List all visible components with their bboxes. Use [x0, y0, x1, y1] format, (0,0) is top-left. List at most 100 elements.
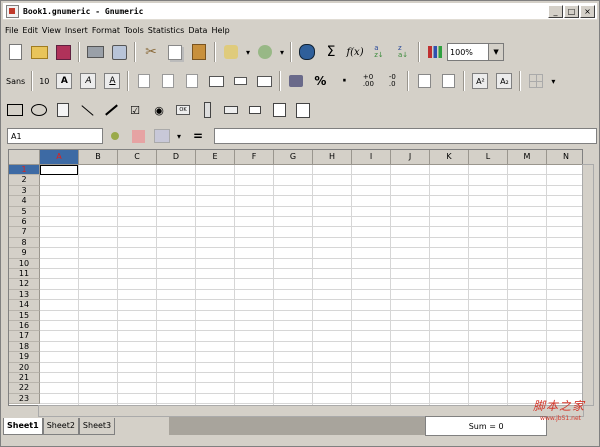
undo-dropdown-arrow-icon[interactable]: ▾: [243, 48, 253, 57]
column-header-d[interactable]: D: [157, 150, 196, 165]
scrollbar-tool-button[interactable]: [197, 100, 217, 120]
cancel-entry-button[interactable]: [129, 126, 149, 146]
row-header-8[interactable]: 8: [9, 237, 40, 249]
sheet-tab-sheet3[interactable]: Sheet3: [78, 417, 116, 435]
print-button[interactable]: [85, 42, 105, 62]
row-header-2[interactable]: 2: [9, 175, 40, 186]
print-preview-button[interactable]: [109, 42, 129, 62]
copy-button[interactable]: [165, 42, 185, 62]
sort-descending-button[interactable]: z a↓: [393, 42, 413, 62]
maximize-button[interactable]: □: [564, 5, 579, 18]
row-header-1[interactable]: 1: [9, 165, 40, 176]
arrow-tool-button[interactable]: [101, 100, 121, 120]
redo-dropdown-arrow-icon[interactable]: ▾: [277, 48, 287, 57]
confirm-entry-button[interactable]: [105, 126, 125, 146]
currency-format-button[interactable]: [286, 71, 306, 91]
line-tool-button[interactable]: [77, 100, 97, 120]
merge-cells-button[interactable]: [206, 71, 226, 91]
column-header-e[interactable]: E: [196, 150, 235, 165]
increase-indent-button[interactable]: [438, 71, 458, 91]
decrease-decimals-button[interactable]: -0.0: [382, 71, 402, 91]
spreadsheet-grid[interactable]: ABCDEFGHIJKLMN 1 2 3 4 5 6 7 8 9 10 11 12 13 14 15 16 17…: [8, 149, 583, 406]
menu-tools[interactable]: Tools: [122, 26, 146, 35]
row-header-5[interactable]: 5: [9, 206, 40, 217]
equals-button[interactable]: =: [190, 129, 206, 143]
thousands-separator-button[interactable]: ·: [334, 71, 354, 91]
row-header-4[interactable]: 4: [9, 196, 40, 207]
frame-tool-button[interactable]: [53, 100, 73, 120]
row-header-9[interactable]: 9: [9, 248, 40, 259]
ellipse-tool-button[interactable]: [29, 100, 49, 120]
align-right-button[interactable]: [182, 71, 202, 91]
active-cell[interactable]: [40, 165, 78, 175]
menu-file[interactable]: File: [3, 26, 20, 35]
formula-input[interactable]: [214, 128, 597, 144]
row-header-17[interactable]: 17: [9, 331, 40, 342]
column-header-f[interactable]: F: [235, 150, 274, 165]
row-header-19[interactable]: 19: [9, 352, 40, 363]
spinbutton-tool-button[interactable]: [245, 100, 265, 120]
sheet-tab-sheet2[interactable]: Sheet2: [42, 417, 79, 435]
row-header-7[interactable]: 7: [9, 227, 40, 238]
row-header-15[interactable]: 15: [9, 310, 40, 321]
row-header-6[interactable]: 6: [9, 217, 40, 228]
accept-dropdown-arrow-icon[interactable]: ▾: [174, 132, 184, 141]
column-header-h[interactable]: H: [313, 150, 352, 165]
open-button[interactable]: [29, 42, 49, 62]
menu-edit[interactable]: Edit: [20, 26, 40, 35]
decrease-indent-button[interactable]: [414, 71, 434, 91]
function-wizard-button[interactable]: f(x): [345, 42, 365, 62]
menu-help[interactable]: Help: [209, 26, 231, 35]
combo-tool-button[interactable]: [293, 100, 313, 120]
save-button[interactable]: [53, 42, 73, 62]
row-header-12[interactable]: 12: [9, 279, 40, 290]
column-header-b[interactable]: B: [79, 150, 118, 165]
row-header-11[interactable]: 11: [9, 269, 40, 280]
row-header-21[interactable]: 21: [9, 373, 40, 384]
row-header-10[interactable]: 10: [9, 258, 40, 269]
subscript-button[interactable]: A₂: [494, 71, 514, 91]
align-center-button[interactable]: [158, 71, 178, 91]
superscript-button[interactable]: A²: [470, 71, 490, 91]
column-header-g[interactable]: G: [274, 150, 313, 165]
italic-button[interactable]: A: [78, 71, 98, 91]
minimize-button[interactable]: _: [548, 5, 563, 18]
column-header-a[interactable]: A: [40, 150, 79, 165]
font-size-selector[interactable]: 10: [36, 77, 52, 86]
list-tool-button[interactable]: [269, 100, 289, 120]
select-all-corner[interactable]: [9, 150, 40, 165]
row-header-16[interactable]: 16: [9, 321, 40, 332]
column-header-k[interactable]: K: [430, 150, 469, 165]
hyperlink-button[interactable]: [297, 42, 317, 62]
align-left-button[interactable]: [134, 71, 154, 91]
row-header-3[interactable]: 3: [9, 185, 40, 197]
menu-view[interactable]: View: [40, 26, 63, 35]
zoom-dropdown-button[interactable]: ▼: [489, 43, 505, 61]
split-cells-button[interactable]: [254, 71, 274, 91]
column-header-i[interactable]: I: [352, 150, 391, 165]
cut-button[interactable]: ✂: [141, 42, 161, 62]
accept-entry-button[interactable]: [152, 126, 172, 146]
center-across-button[interactable]: [230, 71, 250, 91]
row-header-23[interactable]: 23: [9, 393, 40, 405]
underline-button[interactable]: A: [102, 71, 122, 91]
chart-button[interactable]: [425, 42, 445, 62]
vertical-scrollbar[interactable]: [582, 164, 594, 406]
slider-tool-button[interactable]: [221, 100, 241, 120]
bold-button[interactable]: A: [54, 71, 74, 91]
redo-button[interactable]: [255, 42, 275, 62]
column-header-n[interactable]: N: [547, 150, 582, 165]
autosum-button[interactable]: Σ: [321, 42, 341, 62]
menu-format[interactable]: Format: [90, 26, 122, 35]
zoom-input[interactable]: 100%: [447, 43, 490, 61]
sheet-tab-sheet1[interactable]: Sheet1: [3, 417, 43, 435]
font-name-selector[interactable]: Sans: [3, 77, 28, 86]
button-tool-button[interactable]: OK: [173, 100, 193, 120]
row-header-20[interactable]: 20: [9, 362, 40, 373]
borders-button[interactable]: [526, 71, 546, 91]
cell-name-box[interactable]: A1: [7, 128, 103, 144]
new-file-button[interactable]: [5, 42, 25, 62]
column-header-m[interactable]: M: [508, 150, 547, 165]
increase-decimals-button[interactable]: +0.00: [358, 71, 378, 91]
checkbox-tool-button[interactable]: ☑: [125, 100, 145, 120]
